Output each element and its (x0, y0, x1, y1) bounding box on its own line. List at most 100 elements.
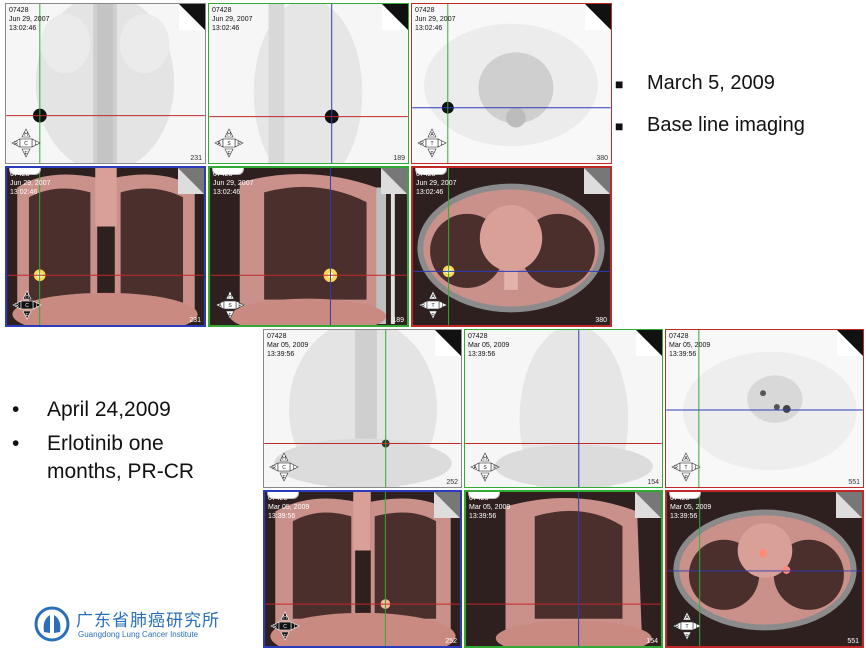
scan-date: Mar 05, 2009 (268, 504, 310, 511)
compass-letter: L (294, 624, 297, 630)
compass-letter: H (282, 456, 286, 462)
round-bullet-icon: • (12, 398, 20, 421)
compass-letter: R (420, 141, 424, 147)
followup-pet-axial[interactable]: 07428 Mar 05, 2009 13:39:56 A R T L P 551 (665, 329, 864, 488)
baseline-pet-coronal[interactable]: 07428 Jun 29, 2007 13:02:46 H R C L F 231 (5, 3, 206, 164)
scan-date: Jun 29, 2007 (416, 180, 457, 187)
scan-date: Mar 05, 2009 (267, 342, 309, 349)
logo-english-text: Guangdong Lung Cancer Institute (78, 630, 199, 639)
orientation-compass-icon[interactable]: H R C L F (269, 610, 301, 642)
corner-triangle-icon[interactable] (434, 492, 460, 518)
baseline-pet-sagittal[interactable]: 07428 Jun 29, 2007 13:02:46 H A S P F 189 (208, 3, 409, 164)
scan-time: 13:39:56 (670, 513, 698, 520)
compass-letter: T (684, 465, 687, 471)
compass-letter: T (431, 303, 434, 309)
compass-letter: L (442, 303, 445, 309)
scan-time: 13:02:46 (213, 189, 241, 196)
compass-letter: R (421, 303, 425, 309)
baseline-panel-info: 07428 Jun 29, 2007 13:02:46 (9, 6, 49, 33)
corner-triangle-icon[interactable] (585, 4, 611, 30)
scan-date: Jun 29, 2007 (9, 16, 50, 23)
slice-number: 189 (392, 317, 404, 324)
followup-bullets: • April 24,2009 • Erlotinib one months, … (12, 398, 257, 492)
scan-time: 13:39:56 (469, 513, 497, 520)
scan-time: 13:02:46 (416, 189, 444, 196)
slice-number: 252 (445, 638, 457, 645)
orientation-compass-icon[interactable]: H R C L F (10, 127, 42, 159)
compass-letter: F (227, 151, 230, 157)
institute-logo: 广东省肺癌研究所 Guangdong Lung Cancer Institute (34, 606, 234, 644)
orientation-compass-icon[interactable]: H A S P F (213, 127, 245, 159)
patient-id: 07428 (213, 171, 233, 178)
corner-triangle-icon[interactable] (836, 492, 862, 518)
scan-date: Jun 29, 2007 (213, 180, 254, 187)
compass-letter: L (36, 303, 39, 309)
followup-pet-sagittal[interactable]: 07428 Mar 05, 2009 13:39:56 H A S P F 154 (464, 329, 663, 488)
slice-number: 551 (848, 479, 860, 486)
bullet-item: ■ March 5, 2009 (615, 72, 855, 114)
followup-fusion-sagittal[interactable]: 07428 Mar 05, 2009 13:39:56 154 (464, 490, 663, 648)
baseline-pet-axial[interactable]: 07428 Jun 29, 2007 13:02:46 A R T L P 380 (411, 3, 612, 164)
orientation-compass-icon[interactable]: A R T L P (416, 127, 448, 159)
bullet-text: months, PR-CR (47, 460, 195, 483)
compass-letter: L (441, 141, 444, 147)
orientation-compass-icon[interactable]: A R T L P (671, 610, 703, 642)
orientation-compass-icon[interactable]: H A S P F (469, 451, 501, 483)
corner-triangle-icon[interactable] (382, 4, 408, 30)
followup-pet-coronal[interactable]: 07428 Mar 05, 2009 13:39:56 H R C L F 252 (263, 329, 462, 488)
orientation-compass-icon[interactable]: H A S P F (214, 289, 246, 321)
compass-letter: H (483, 456, 487, 462)
round-bullet-icon: • (12, 432, 20, 455)
patient-id: 07428 (670, 495, 690, 502)
followup-fusion-axial[interactable]: 07428 Mar 05, 2009 13:39:56 A R T L P 551 (665, 490, 864, 648)
compass-letter: R (15, 303, 19, 309)
lung-logo-icon (34, 606, 70, 642)
followup-panel-info: 07428 Mar 05, 2009 13:39:56 (267, 332, 308, 359)
compass-letter: C (25, 303, 29, 309)
corner-triangle-icon[interactable] (179, 4, 205, 30)
scan-date: Mar 05, 2009 (669, 342, 711, 349)
corner-triangle-icon[interactable] (635, 492, 661, 518)
orientation-compass-icon[interactable]: H R C L F (11, 289, 43, 321)
scan-time: 13:02:46 (415, 25, 443, 32)
followup-panel-info: 07428 Mar 05, 2009 13:39:56 (469, 494, 510, 521)
baseline-fusion-sagittal[interactable]: 07428 Jun 29, 2007 13:02:46 H A S P F 189 (208, 166, 409, 327)
followup-fusion-coronal[interactable]: 07428 Mar 05, 2009 13:39:56 H R C L F 252 (263, 490, 462, 648)
corner-triangle-icon[interactable] (584, 168, 610, 194)
patient-id: 07428 (9, 7, 29, 14)
scan-date: Mar 05, 2009 (468, 342, 510, 349)
patient-id: 07428 (468, 333, 488, 340)
corner-triangle-icon[interactable] (381, 168, 407, 194)
scan-date: Jun 29, 2007 (10, 180, 51, 187)
scan-time: 13:02:46 (10, 189, 38, 196)
compass-letter: T (430, 141, 433, 147)
orientation-compass-icon[interactable]: A R T L P (670, 451, 702, 483)
baseline-fusion-axial[interactable]: 07428 Jun 29, 2007 13:02:46 A R T L P 380 (411, 166, 612, 327)
corner-triangle-icon[interactable] (837, 330, 863, 356)
compass-letter: F (25, 313, 28, 319)
corner-triangle-icon[interactable] (178, 168, 204, 194)
scan-date: Jun 29, 2007 (415, 16, 456, 23)
scan-time: 13:02:46 (9, 25, 37, 32)
scan-time: 13:02:46 (212, 25, 240, 32)
orientation-compass-icon[interactable]: H R C L F (268, 451, 300, 483)
compass-letter: C (24, 141, 28, 147)
slice-number: 231 (190, 155, 202, 162)
compass-letter: H (24, 132, 28, 138)
baseline-bullets: ■ March 5, 2009 ■ Base line imaging (615, 72, 855, 156)
patient-id: 07428 (469, 495, 489, 502)
corner-triangle-icon[interactable] (435, 330, 461, 356)
baseline-fusion-coronal[interactable]: 07428 Jun 29, 2007 13:02:46 H R C L F 231 (5, 166, 206, 327)
patient-id: 07428 (212, 7, 232, 14)
scan-date: Mar 05, 2009 (469, 504, 511, 511)
compass-letter: L (695, 465, 698, 471)
compass-letter: H (228, 294, 232, 300)
orientation-compass-icon[interactable]: A R T L P (417, 289, 449, 321)
slice-number: 231 (189, 317, 201, 324)
slice-number: 189 (393, 155, 405, 162)
corner-triangle-icon[interactable] (636, 330, 662, 356)
compass-letter: F (24, 151, 27, 157)
slice-number: 380 (595, 317, 607, 324)
bullet-item: • Erlotinib one months, PR-CR (12, 432, 257, 492)
compass-letter: L (293, 465, 296, 471)
